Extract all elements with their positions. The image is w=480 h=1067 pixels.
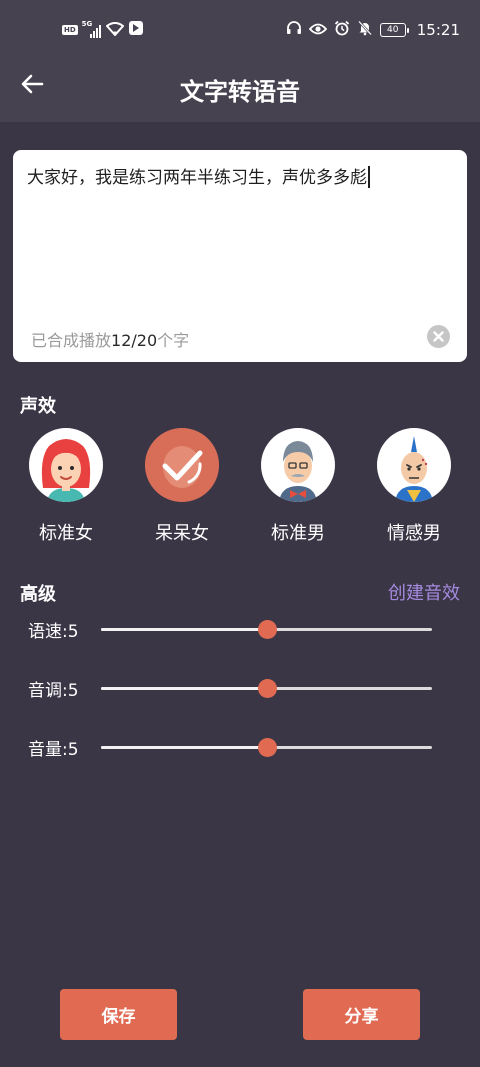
- status-time: 15:21: [416, 21, 460, 39]
- voice-option-standard-female[interactable]: 标准女: [29, 428, 103, 545]
- volume-row: 音量:5: [28, 735, 448, 760]
- synthesis-counter: 已合成播放12/20个字: [31, 327, 189, 351]
- eye-icon: [308, 21, 327, 40]
- speed-slider-fill: [101, 628, 267, 631]
- male-standard-avatar-icon: [261, 428, 335, 502]
- voice-label-cute-female: 呆呆女: [155, 523, 209, 544]
- pitch-slider[interactable]: [101, 679, 432, 698]
- cellular-signal-icon: 5G: [82, 20, 102, 38]
- voice-label-emotional-male: 情感男: [387, 523, 441, 544]
- speed-slider-thumb[interactable]: [257, 620, 277, 639]
- text-caret: [368, 166, 370, 188]
- clear-text-button[interactable]: [427, 325, 450, 348]
- app-notification-icon: [128, 20, 144, 40]
- pitch-slider-fill: [101, 687, 267, 690]
- share-button[interactable]: 分享: [303, 989, 420, 1040]
- voice-option-cute-female[interactable]: 呆呆女: [145, 428, 219, 545]
- mute-bell-icon: [357, 20, 373, 40]
- volume-label: 音量:5: [28, 740, 79, 760]
- voice-label-standard-male: 标准男: [271, 523, 325, 544]
- female-cute-avatar-icon: [145, 428, 219, 502]
- create-effect-link[interactable]: 创建音效: [388, 579, 460, 605]
- input-text: 大家好，我是练习两年半练习生，声优多多彪: [27, 168, 367, 188]
- male-emotional-avatar-icon: [377, 428, 451, 502]
- pitch-row: 音调:5: [28, 676, 448, 701]
- status-left: HD 5G: [62, 20, 144, 40]
- close-icon: [433, 331, 444, 342]
- pitch-label: 音调:5: [28, 681, 79, 701]
- voice-label-standard-female: 标准女: [39, 523, 93, 544]
- speed-label: 语速:5: [28, 622, 79, 642]
- voice-option-emotional-male[interactable]: 情感男: [377, 428, 451, 545]
- voice-option-standard-male[interactable]: 标准男: [261, 428, 335, 545]
- counter-suffix: 个字: [157, 331, 190, 350]
- hd-badge: HD: [62, 25, 78, 35]
- wifi-icon: [105, 21, 125, 40]
- volume-slider[interactable]: [101, 738, 432, 757]
- speed-row: 语速:5: [28, 617, 448, 642]
- volume-slider-fill: [101, 746, 267, 749]
- battery-icon: 40: [379, 23, 409, 37]
- text-input[interactable]: 大家好，我是练习两年半练习生，声优多多彪: [27, 165, 453, 191]
- status-right: 40 15:21: [286, 20, 460, 40]
- status-bar: HD 5G 40 15:21: [0, 0, 480, 58]
- headphones-icon: [286, 20, 302, 40]
- female-standard-avatar-icon: [29, 428, 103, 502]
- volume-slider-thumb[interactable]: [257, 738, 277, 757]
- counter-prefix: 已合成播放: [31, 331, 112, 350]
- save-button[interactable]: 保存: [60, 989, 177, 1040]
- voice-effects-label: 声效: [20, 396, 56, 417]
- speed-slider[interactable]: [101, 620, 432, 639]
- advanced-label: 高级: [20, 584, 56, 605]
- page-title: 文字转语音: [180, 78, 300, 106]
- text-input-card[interactable]: 大家好，我是练习两年半练习生，声优多多彪 已合成播放12/20个字: [13, 150, 467, 362]
- alarm-icon: [334, 20, 350, 40]
- counter-value: 12/20: [111, 331, 158, 350]
- pitch-slider-thumb[interactable]: [257, 679, 277, 698]
